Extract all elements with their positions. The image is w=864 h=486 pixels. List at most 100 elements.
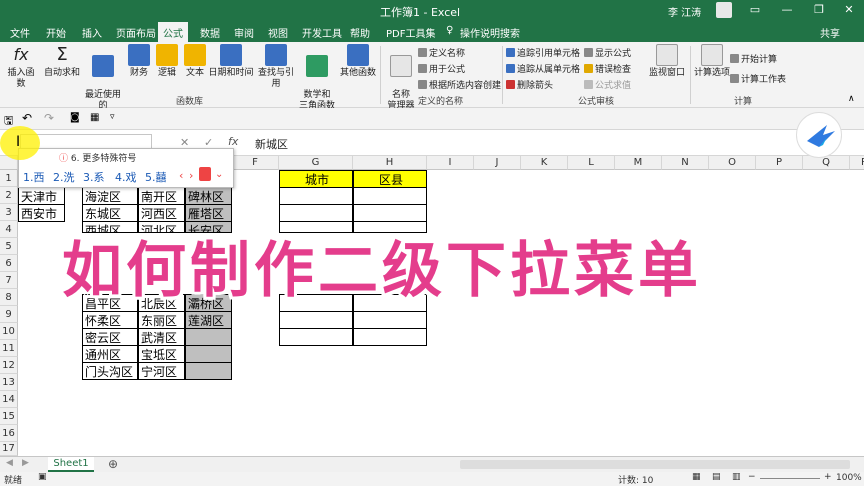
menu-help[interactable]: 帮助 (350, 25, 370, 40)
menu-file[interactable]: 文件 (10, 25, 30, 40)
cell-g11[interactable] (279, 328, 353, 346)
row-header-17[interactable]: 17 (0, 442, 18, 456)
row-header-1[interactable]: 1 (0, 170, 18, 187)
column-header-i[interactable]: I (427, 156, 474, 170)
cell-d12[interactable]: 宝坻区 (138, 345, 185, 363)
ime-candidate-1[interactable]: 1.西 (23, 169, 45, 185)
collapse-ribbon-icon[interactable]: ∧ (848, 94, 855, 104)
math-trig-button[interactable]: 数学和 三角函数 (298, 44, 336, 112)
logical-button[interactable]: 逻辑 (156, 44, 178, 79)
lookup-reference-button[interactable]: 查找与引用 (254, 44, 298, 90)
page-layout-view-icon[interactable]: ▤ (712, 472, 721, 482)
redo-icon[interactable]: ↷ (44, 111, 54, 125)
formula-input[interactable]: 新城区 (250, 134, 860, 152)
cell-c13[interactable]: 门头沟区 (82, 362, 138, 380)
column-header-h[interactable]: H (353, 156, 427, 170)
more-functions-button[interactable]: 其他函数 (338, 44, 378, 79)
insert-function-button[interactable]: fx 插入函数 (4, 44, 38, 90)
ime-candidate-4[interactable]: 4.戏 (115, 169, 137, 185)
menu-page-layout[interactable]: 页面布局 (116, 25, 156, 40)
date-time-button[interactable]: 日期和时间 (208, 44, 254, 79)
menu-formulas[interactable]: 公式 (158, 22, 188, 42)
row-header-12[interactable]: 12 (0, 357, 18, 374)
cell-e2[interactable]: 雁塔区 (185, 204, 232, 222)
restore-button[interactable]: ❐ (810, 2, 828, 18)
row-header-7[interactable]: 7 (0, 272, 18, 289)
row-header-9[interactable]: 9 (0, 306, 18, 323)
column-header-m[interactable]: M (615, 156, 662, 170)
cell-g3[interactable] (279, 204, 353, 222)
ribbon-display-icon[interactable]: ▭ (746, 2, 764, 18)
column-header-n[interactable]: N (662, 156, 709, 170)
calculate-sheet-button[interactable]: 计算工作表 (730, 72, 786, 85)
ime-expand-icon[interactable]: ⌄ (215, 169, 223, 180)
cell-d11[interactable]: 武清区 (138, 328, 185, 346)
cell-e10[interactable]: 莲湖区 (185, 311, 232, 329)
menu-review[interactable]: 审阅 (234, 25, 254, 40)
evaluate-formula-button[interactable]: 公式求值 (584, 78, 631, 91)
autosum-button[interactable]: Σ 自动求和 (44, 44, 80, 79)
column-header-f[interactable]: F (232, 156, 279, 170)
row-header-4[interactable]: 4 (0, 221, 18, 238)
row-header-15[interactable]: 15 (0, 408, 18, 425)
minimize-button[interactable]: — (778, 2, 796, 18)
column-header-g[interactable]: G (279, 156, 353, 170)
cell-d1[interactable]: 南开区 (138, 187, 185, 205)
row-header-5[interactable]: 5 (0, 238, 18, 255)
cell-g10[interactable] (279, 311, 353, 329)
page-break-view-icon[interactable]: ▥ (732, 472, 741, 482)
ime-next-page-icon[interactable]: › (189, 169, 193, 182)
zoom-slider[interactable] (760, 478, 820, 479)
calculate-now-button[interactable]: 开始计算 (730, 52, 777, 65)
customize-qat-icon[interactable]: ▿ (110, 112, 115, 122)
row-header-6[interactable]: 6 (0, 255, 18, 272)
menu-developer[interactable]: 开发工具 (302, 25, 342, 40)
watch-window-button[interactable]: 监视窗口 (644, 44, 690, 79)
close-button[interactable]: ✕ (840, 2, 858, 18)
column-header-l[interactable]: L (568, 156, 615, 170)
cell-c2[interactable]: 东城区 (82, 204, 138, 222)
menu-view[interactable]: 视图 (268, 25, 288, 40)
cell-d13[interactable]: 宁河区 (138, 362, 185, 380)
remove-arrows-button[interactable]: 删除箭头 (506, 78, 553, 91)
cell-e11[interactable] (185, 328, 232, 346)
row-header-8[interactable]: 8 (0, 289, 18, 306)
cell-e1[interactable]: 碑林区 (185, 187, 232, 205)
create-from-selection-button[interactable]: 根据所选内容创建 (418, 78, 501, 91)
zoom-level[interactable]: 100% (836, 473, 862, 483)
cell-c1[interactable]: 海淀区 (82, 187, 138, 205)
zoom-in-icon[interactable]: + (824, 472, 832, 482)
ime-tip[interactable]: ⓘ 6. 更多特殊符号 (59, 151, 136, 164)
column-header-r[interactable]: R (850, 156, 864, 170)
cell-a1[interactable]: 天津市 (18, 187, 65, 205)
user-avatar[interactable] (716, 2, 732, 18)
header-city[interactable]: 城市 (279, 170, 353, 188)
normal-view-icon[interactable]: ▦ (692, 472, 701, 482)
cell-h2[interactable] (353, 187, 427, 205)
trace-precedents-button[interactable]: 追踪引用单元格 (506, 46, 580, 59)
share-button[interactable]: 共享 (820, 25, 840, 40)
ime-candidate-3[interactable]: 3.系 (83, 169, 105, 185)
cell-h11[interactable] (353, 328, 427, 346)
tell-me-search[interactable]: 操作说明搜索 (460, 25, 520, 40)
row-header-2[interactable]: 2 (0, 187, 18, 204)
cell-h3[interactable] (353, 204, 427, 222)
use-in-formula-button[interactable]: 用于公式 (418, 62, 465, 75)
calculation-options-button[interactable]: 计算选项 (694, 44, 730, 79)
trace-dependents-button[interactable]: 追踪从属单元格 (506, 62, 580, 75)
menu-home[interactable]: 开始 (46, 25, 66, 40)
insert-function-icon[interactable]: fx (228, 135, 238, 148)
cell-d10[interactable]: 东丽区 (138, 311, 185, 329)
show-formulas-button[interactable]: 显示公式 (584, 46, 631, 59)
row-header-3[interactable]: 3 (0, 204, 18, 221)
cell-e12[interactable] (185, 345, 232, 363)
row-header-10[interactable]: 10 (0, 323, 18, 340)
undo-icon[interactable]: ↶ (22, 111, 32, 125)
row-header-16[interactable]: 16 (0, 425, 18, 442)
header-district[interactable]: 区县 (353, 170, 427, 188)
column-header-k[interactable]: K (521, 156, 568, 170)
column-header-o[interactable]: O (709, 156, 756, 170)
ime-candidate-2[interactable]: 2.洗 (53, 169, 75, 185)
cell-e13[interactable] (185, 362, 232, 380)
scroll-left-icon[interactable]: ◀ (6, 458, 13, 468)
